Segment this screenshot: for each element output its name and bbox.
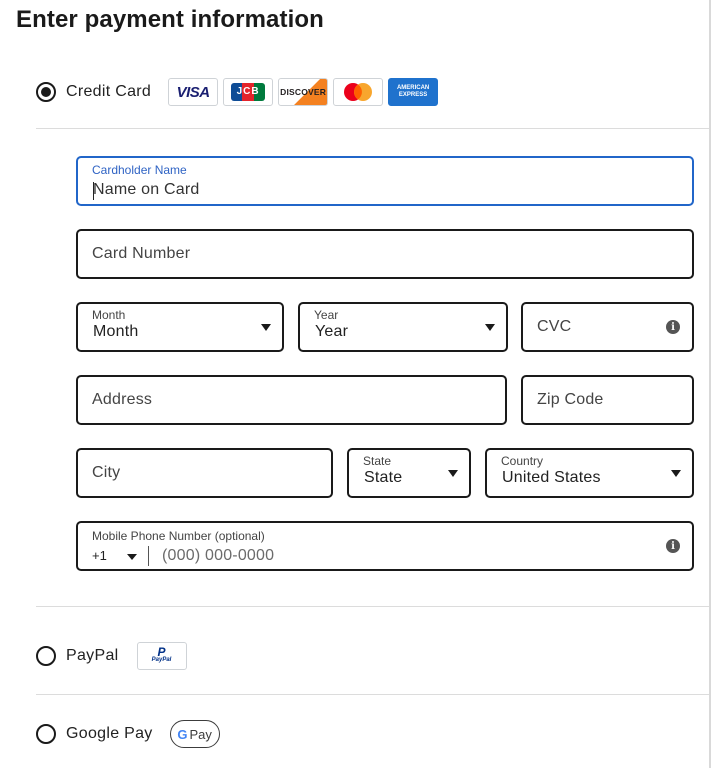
state-label: State: [363, 454, 392, 468]
radio-dot: [41, 87, 51, 97]
zip-code-field[interactable]: Zip Code: [521, 375, 694, 425]
card-number-placeholder: Card Number: [92, 245, 191, 262]
chevron-down-icon: [448, 470, 458, 477]
divider: [36, 606, 709, 607]
cardholder-name-input[interactable]: Name on Card: [93, 181, 199, 199]
page-title: Enter payment information: [16, 6, 324, 33]
card-number-field[interactable]: Card Number: [76, 229, 694, 279]
discover-text: DISCOVER: [280, 87, 327, 97]
mastercard-logo: [333, 78, 384, 106]
google-pay-logo: G Pay: [169, 720, 220, 748]
cvc-field[interactable]: CVC i: [521, 302, 694, 352]
credit-card-option[interactable]: Credit Card VISA JCB DISCOVER AMERICAN E…: [36, 78, 439, 106]
city-placeholder: City: [92, 464, 121, 481]
google-pay-text: Pay: [189, 726, 212, 742]
country-select[interactable]: Country United States: [485, 448, 694, 498]
country-label: Country: [501, 454, 544, 468]
year-value: Year: [315, 323, 349, 340]
amex-text-line1: AMERICAN: [396, 85, 430, 91]
chevron-down-icon: [261, 324, 271, 331]
discover-logo: DISCOVER: [278, 78, 329, 106]
jcb-logo: JCB: [223, 78, 274, 106]
visa-text: VISA: [176, 83, 211, 101]
paypal-logo: P PayPal: [136, 642, 187, 670]
visa-logo: VISA: [168, 78, 219, 106]
google-pay-radio[interactable]: [36, 724, 56, 744]
mastercard-circles: [344, 83, 373, 101]
credit-card-radio[interactable]: [36, 82, 56, 102]
google-pay-label: Google Pay: [66, 725, 153, 742]
chevron-down-icon: [671, 470, 681, 477]
info-icon[interactable]: i: [666, 539, 680, 553]
month-select[interactable]: Month Month: [76, 302, 284, 352]
city-field[interactable]: City: [76, 448, 333, 498]
state-value: State: [364, 469, 403, 486]
month-value: Month: [93, 323, 139, 340]
year-select[interactable]: Year Year: [298, 302, 508, 352]
chevron-down-icon[interactable]: [127, 554, 137, 560]
phone-separator: [148, 546, 149, 566]
phone-number-input[interactable]: (000) 000-0000: [162, 547, 274, 565]
address-placeholder: Address: [92, 391, 153, 408]
country-value: United States: [502, 469, 601, 486]
amex-text-line2: EXPRESS: [398, 92, 428, 98]
country-code-select[interactable]: +1: [92, 548, 107, 563]
cvc-placeholder: CVC: [537, 318, 572, 335]
jcb-text: JCB: [236, 86, 260, 97]
year-label: Year: [314, 308, 339, 322]
divider: [36, 694, 709, 695]
jcb-stripes: JCB: [231, 83, 266, 101]
info-icon[interactable]: i: [666, 320, 680, 334]
zip-code-placeholder: Zip Code: [537, 391, 604, 408]
card-logos: VISA JCB DISCOVER AMERICAN EXPRESS: [168, 78, 439, 106]
cardholder-name-label: Cardholder Name: [92, 163, 187, 177]
amex-logo: AMERICAN EXPRESS: [388, 78, 439, 106]
paypal-p-mark: P: [157, 645, 166, 659]
month-label: Month: [92, 308, 126, 322]
mobile-phone-label: Mobile Phone Number (optional): [92, 529, 265, 543]
paypal-logo-text: PayPal: [151, 657, 172, 663]
divider: [36, 128, 709, 129]
chevron-down-icon: [485, 324, 495, 331]
google-pay-option[interactable]: Google Pay G Pay: [36, 720, 220, 748]
credit-card-label: Credit Card: [66, 83, 152, 100]
cardholder-name-field[interactable]: Cardholder Name Name on Card: [76, 156, 694, 206]
paypal-radio[interactable]: [36, 646, 56, 666]
mobile-phone-field[interactable]: Mobile Phone Number (optional) +1 (000) …: [76, 521, 694, 571]
address-field[interactable]: Address: [76, 375, 507, 425]
state-select[interactable]: State State: [347, 448, 471, 498]
paypal-label: PayPal: [66, 647, 119, 664]
paypal-option[interactable]: PayPal P PayPal: [36, 642, 187, 670]
google-g-icon: G: [177, 726, 188, 742]
